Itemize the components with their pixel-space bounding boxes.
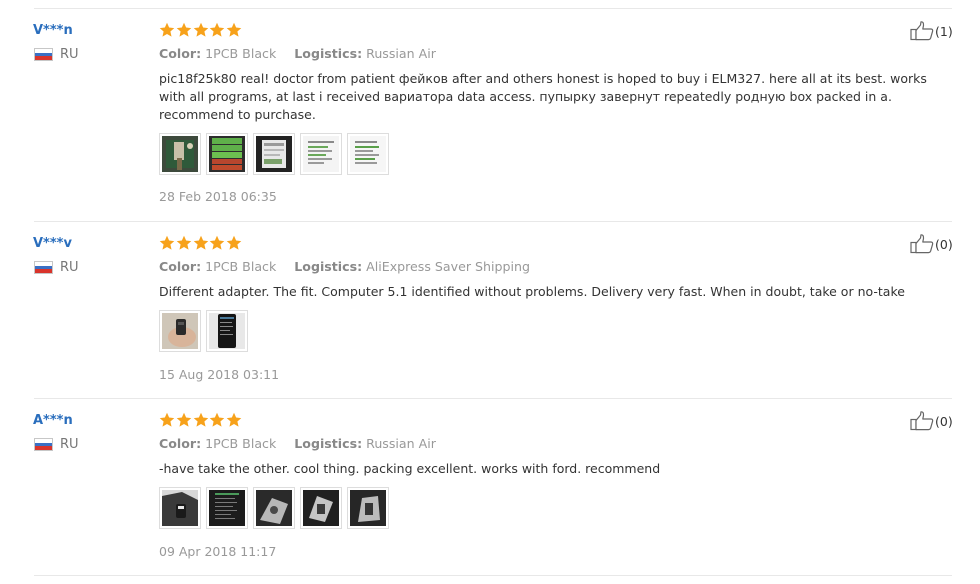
country-code: RU	[60, 260, 79, 275]
thumbs-up-icon	[910, 411, 934, 431]
divider	[34, 575, 952, 576]
star-icon	[176, 412, 192, 428]
review-photos	[159, 133, 394, 175]
review-photo[interactable]	[300, 487, 342, 529]
logistics-label: Logistics:	[294, 259, 363, 274]
logistics-label: Logistics:	[294, 436, 363, 451]
star-icon	[209, 235, 225, 251]
star-icon	[209, 22, 225, 38]
review-photo[interactable]	[347, 133, 389, 175]
review-photos	[159, 487, 394, 529]
star-icon	[226, 235, 242, 251]
review-photo[interactable]	[159, 310, 201, 352]
order-info: Color: 1PCB Black Logistics: Russian Air	[159, 46, 436, 61]
review-photo[interactable]	[347, 487, 389, 529]
review-text: Different adapter. The fit. Computer 5.1…	[159, 284, 905, 299]
helpful-count: (0)	[935, 413, 953, 429]
color-label: Color:	[159, 46, 202, 61]
star-rating	[159, 22, 243, 38]
russia-flag-icon	[34, 261, 53, 274]
review-photo[interactable]	[300, 133, 342, 175]
star-rating	[159, 412, 243, 428]
order-info: Color: 1PCB Black Logistics: Russian Air	[159, 436, 436, 451]
logistics-value: AliExpress Saver Shipping	[366, 259, 530, 274]
color-label: Color:	[159, 436, 202, 451]
review-photo[interactable]	[159, 133, 201, 175]
review-photo[interactable]	[206, 310, 248, 352]
logistics-value: Russian Air	[366, 436, 436, 451]
helpful-count: (1)	[935, 23, 953, 39]
reviewer-name[interactable]: V***n	[33, 23, 73, 38]
order-info: Color: 1PCB Black Logistics: AliExpress …	[159, 259, 530, 274]
review-photo[interactable]	[253, 487, 295, 529]
divider	[34, 398, 952, 399]
star-icon	[176, 22, 192, 38]
helpful-button[interactable]: (0)	[910, 411, 953, 431]
review-photo[interactable]	[253, 133, 295, 175]
review-date: 09 Apr 2018 11:17	[159, 544, 277, 559]
reviewer-country: RU	[34, 260, 79, 275]
review-photos	[159, 310, 253, 352]
star-icon	[226, 22, 242, 38]
color-value: 1PCB Black	[205, 436, 277, 451]
color-value: 1PCB Black	[205, 259, 277, 274]
review-photo[interactable]	[206, 487, 248, 529]
thumbs-up-icon	[910, 234, 934, 254]
country-code: RU	[60, 47, 79, 62]
review-photo[interactable]	[159, 487, 201, 529]
star-icon	[226, 412, 242, 428]
review-date: 28 Feb 2018 06:35	[159, 189, 277, 204]
logistics-value: Russian Air	[366, 46, 436, 61]
star-icon	[193, 412, 209, 428]
russia-flag-icon	[34, 48, 53, 61]
helpful-button[interactable]: (0)	[910, 234, 953, 254]
star-icon	[176, 235, 192, 251]
reviewer-name[interactable]: V***v	[33, 236, 72, 251]
reviewer-name[interactable]: A***n	[33, 413, 73, 428]
color-value: 1PCB Black	[205, 46, 277, 61]
divider	[34, 221, 952, 222]
reviewer-country: RU	[34, 437, 79, 452]
helpful-count: (0)	[935, 236, 953, 252]
country-code: RU	[60, 437, 79, 452]
star-icon	[193, 235, 209, 251]
star-icon	[159, 412, 175, 428]
color-label: Color:	[159, 259, 202, 274]
feedback-list: V***n RU Color: 1PCB Black Logistics: Ru…	[0, 0, 980, 584]
review-text: pic18f25k80 real! doctor from patient фе…	[159, 71, 927, 123]
star-icon	[193, 22, 209, 38]
helpful-button[interactable]: (1)	[910, 21, 953, 41]
star-icon	[209, 412, 225, 428]
review-text: -have take the other. cool thing. packin…	[159, 461, 661, 476]
star-icon	[159, 22, 175, 38]
reviewer-country: RU	[34, 47, 79, 62]
star-icon	[159, 235, 175, 251]
review-date: 15 Aug 2018 03:11	[159, 367, 280, 382]
logistics-label: Logistics:	[294, 46, 363, 61]
star-rating	[159, 235, 243, 251]
russia-flag-icon	[34, 438, 53, 451]
divider	[34, 8, 952, 9]
review-photo[interactable]	[206, 133, 248, 175]
thumbs-up-icon	[910, 21, 934, 41]
